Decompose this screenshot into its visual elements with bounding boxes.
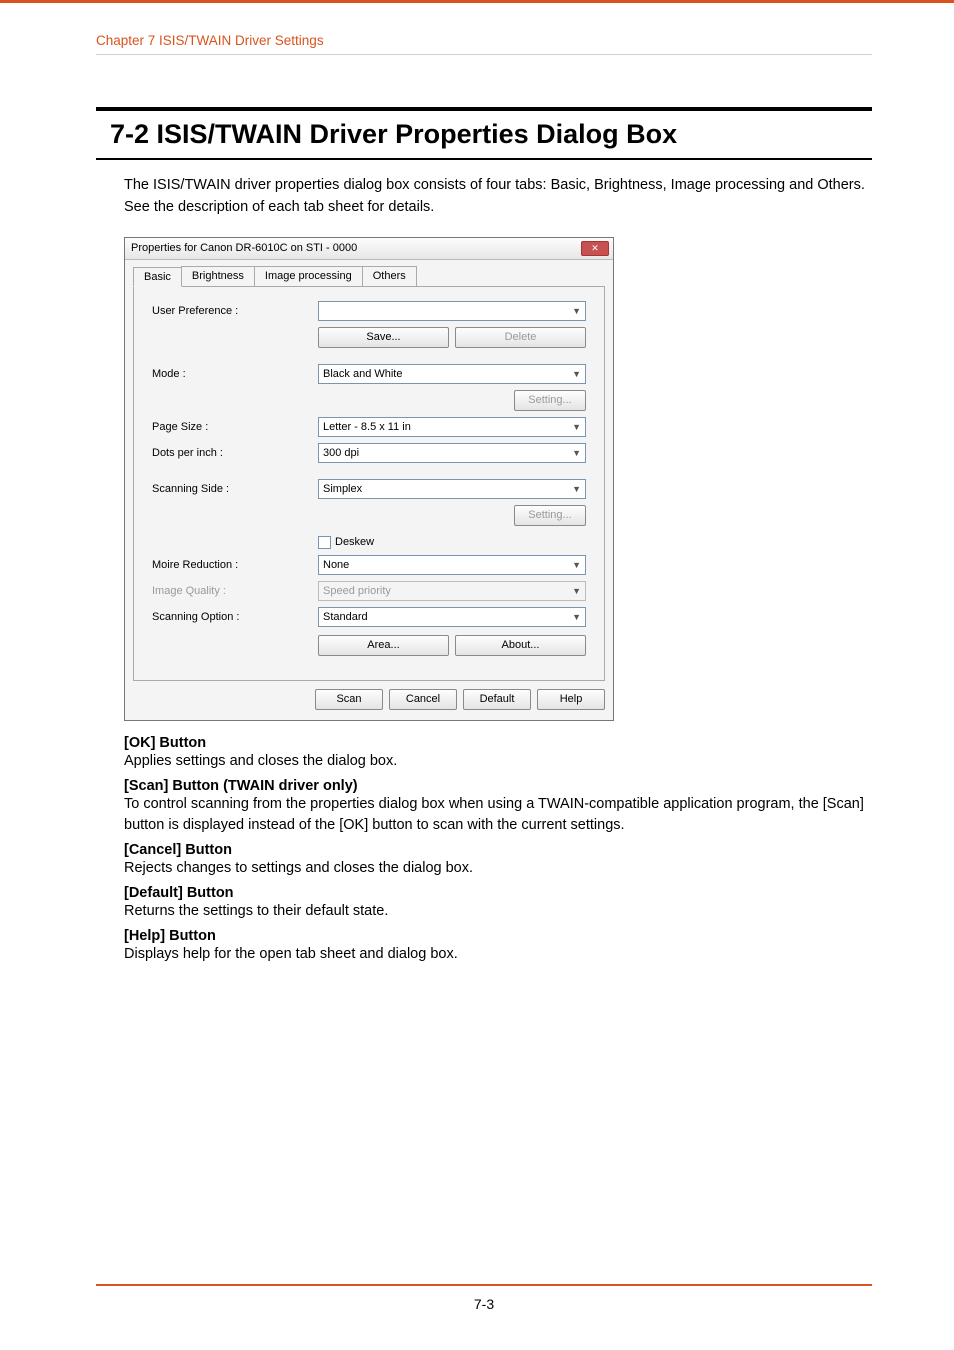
chevron-down-icon: ▼ [572,612,581,622]
combo-mode[interactable]: Black and White ▼ [318,364,586,384]
def-title: [OK] Button [124,735,872,751]
section-heading-bar: 7-2 ISIS/TWAIN Driver Properties Dialog … [96,107,872,160]
chapter-header: Chapter 7 ISIS/TWAIN Driver Settings [0,3,954,54]
footer-accent [96,1284,872,1286]
properties-dialog: Properties for Canon DR-6010C on STI - 0… [124,237,614,721]
label-deskew: Deskew [335,536,374,548]
tab-strip: Basic Brightness Image processing Others [125,260,613,286]
help-button[interactable]: Help [537,689,605,710]
def-title: [Default] Button [124,885,872,901]
scan-button[interactable]: Scan [315,689,383,710]
side-setting-button[interactable]: Setting... [514,505,586,526]
combo-page-size[interactable]: Letter - 8.5 x 11 in ▼ [318,417,586,437]
deskew-checkbox[interactable] [318,536,331,549]
about-button[interactable]: About... [455,635,586,656]
page-number: 7-3 [96,1296,872,1312]
def-title: [Scan] Button (TWAIN driver only) [124,778,872,794]
label-user-preference: User Preference : [152,305,318,317]
tab-brightness[interactable]: Brightness [181,266,255,286]
tab-others[interactable]: Others [362,266,417,286]
mode-setting-button[interactable]: Setting... [514,390,586,411]
label-mode: Mode : [152,368,318,380]
page-footer: 7-3 [96,1284,872,1312]
chevron-down-icon: ▼ [572,448,581,458]
area-button[interactable]: Area... [318,635,449,656]
close-icon[interactable]: ✕ [581,241,609,256]
chevron-down-icon: ▼ [572,422,581,432]
def-title: [Help] Button [124,928,872,944]
combo-dpi[interactable]: 300 dpi ▼ [318,443,586,463]
def-body: Displays help for the open tab sheet and… [124,944,872,965]
dialog-titlebar: Properties for Canon DR-6010C on STI - 0… [125,238,613,260]
label-image-quality: Image Quality : [152,585,318,597]
label-moire: Moire Reduction : [152,559,318,571]
label-dpi: Dots per inch : [152,447,318,459]
tab-panel-basic: User Preference : ▼ Save... Delete Mode … [133,286,605,681]
chevron-down-icon: ▼ [572,306,581,316]
dialog-footer: Scan Cancel Default Help [125,689,613,720]
dialog-title: Properties for Canon DR-6010C on STI - 0… [131,242,581,254]
chevron-down-icon: ▼ [572,560,581,570]
def-title: [Cancel] Button [124,842,872,858]
combo-moire[interactable]: None ▼ [318,555,586,575]
chevron-down-icon: ▼ [572,369,581,379]
intro-paragraph: The ISIS/TWAIN driver properties dialog … [124,174,872,219]
label-scanning-option: Scanning Option : [152,611,318,623]
combo-image-quality: Speed priority ▼ [318,581,586,601]
chevron-down-icon: ▼ [572,586,581,596]
def-body: Applies settings and closes the dialog b… [124,751,872,772]
combo-user-preference[interactable]: ▼ [318,301,586,321]
chevron-down-icon: ▼ [572,484,581,494]
label-page-size: Page Size : [152,421,318,433]
tab-basic[interactable]: Basic [133,267,182,287]
section-heading: 7-2 ISIS/TWAIN Driver Properties Dialog … [110,119,872,150]
default-button[interactable]: Default [463,689,531,710]
definitions-list: [OK] Button Applies settings and closes … [124,735,872,965]
tab-image-processing[interactable]: Image processing [254,266,363,286]
label-scanning-side: Scanning Side : [152,483,318,495]
def-body: To control scanning from the properties … [124,794,872,836]
save-button[interactable]: Save... [318,327,449,348]
def-body: Returns the settings to their default st… [124,901,872,922]
combo-scanning-option[interactable]: Standard ▼ [318,607,586,627]
delete-button[interactable]: Delete [455,327,586,348]
combo-scanning-side[interactable]: Simplex ▼ [318,479,586,499]
cancel-button[interactable]: Cancel [389,689,457,710]
def-body: Rejects changes to settings and closes t… [124,858,872,879]
